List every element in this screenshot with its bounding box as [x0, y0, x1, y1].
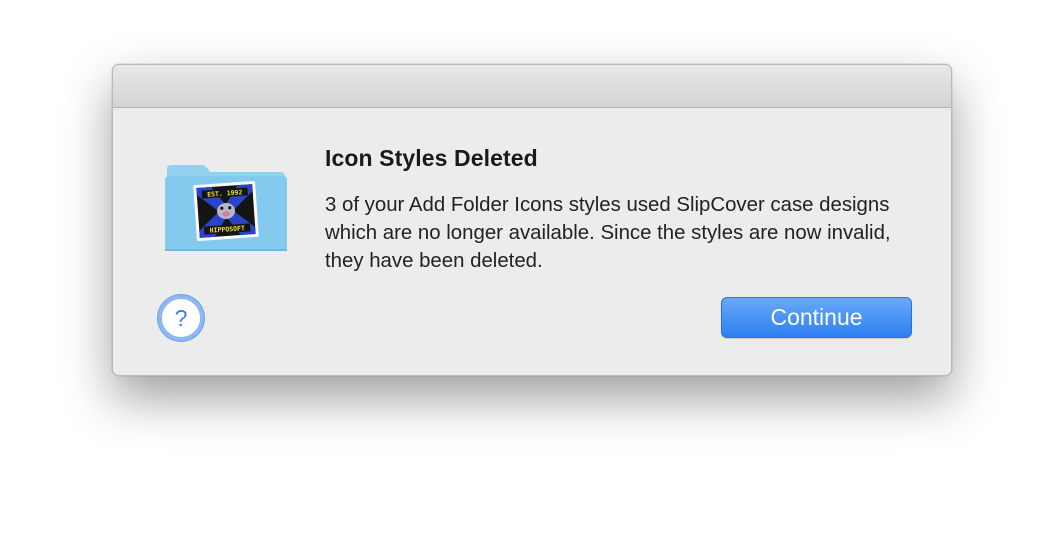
continue-button[interactable]: Continue — [721, 297, 912, 338]
alert-dialog: EST. 1992 HIPPOSOFT Icon Styles Deleted … — [112, 64, 952, 376]
dialog-titlebar — [113, 65, 951, 108]
folder-icon: EST. 1992 HIPPOSOFT — [165, 157, 287, 253]
help-button[interactable]: ? — [158, 295, 204, 341]
help-icon: ? — [174, 304, 188, 331]
dialog-heading: Icon Styles Deleted — [325, 145, 538, 171]
dialog-message: 3 of your Add Folder Icons styles used S… — [325, 194, 891, 272]
